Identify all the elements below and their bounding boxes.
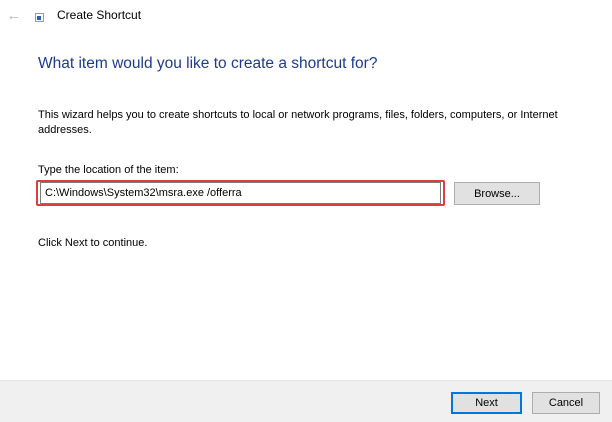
title-bar: ← Create Shortcut	[0, 0, 612, 32]
continue-hint: Click Next to continue.	[38, 237, 148, 249]
shortcut-icon	[35, 13, 44, 22]
arrow-left-icon: ←	[6, 6, 22, 24]
page-heading: What item would you like to create a sho…	[38, 55, 378, 72]
cancel-button[interactable]: Cancel	[532, 392, 600, 414]
browse-button[interactable]: Browse...	[454, 182, 540, 205]
location-label: Type the location of the item:	[38, 164, 179, 176]
location-input[interactable]	[40, 182, 441, 204]
wizard-description: This wizard helps you to create shortcut…	[38, 109, 558, 136]
back-button[interactable]: ←	[3, 4, 25, 26]
next-button[interactable]: Next	[451, 392, 522, 414]
footer-bar: Next Cancel	[0, 380, 612, 422]
window-title: Create Shortcut	[57, 8, 142, 22]
